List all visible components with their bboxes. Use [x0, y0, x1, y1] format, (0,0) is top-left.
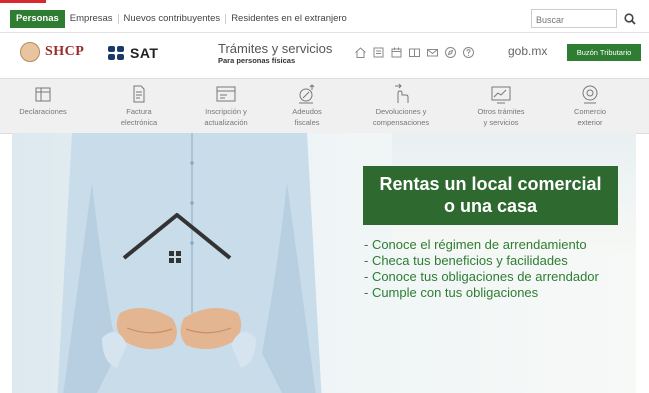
home-icon[interactable]	[354, 46, 367, 59]
gob-mx-link[interactable]: gob.mx	[508, 44, 547, 58]
service-label-line1: Inscripción y	[205, 107, 247, 116]
document-icon[interactable]	[372, 46, 385, 59]
top-accent-bar	[0, 0, 46, 3]
search-icon	[624, 12, 636, 25]
otros-tramites-icon	[458, 83, 544, 105]
book-icon[interactable]	[408, 46, 421, 59]
comercio-exterior-icon	[547, 83, 633, 105]
calendar-icon[interactable]	[390, 46, 403, 59]
service-label-line1: Factura	[126, 107, 152, 116]
top-navigation: Personas Empresas Nuevos contribuyentes …	[0, 6, 649, 33]
tab-empresas[interactable]: Empresas	[65, 10, 118, 28]
mail-icon[interactable]	[426, 46, 439, 59]
service-inscripcion-actualizacion[interactable]: Inscripción y actualización	[183, 83, 269, 127]
service-otros-tramites[interactable]: Otros trámites y servicios	[458, 83, 544, 127]
search-button[interactable]	[619, 9, 641, 28]
national-seal-icon	[20, 42, 40, 62]
service-label-line2: compensaciones	[372, 118, 430, 127]
shcp-logo-text: SHCP	[45, 44, 85, 59]
search-input[interactable]	[532, 11, 616, 29]
hero-bullet-item: - Checa tus beneficios y facilidades	[364, 253, 568, 268]
hero-bullet-item: - Cumple con tus obligaciones	[364, 285, 539, 300]
services-bar: Declaraciones Factura electrónica Inscri…	[0, 78, 649, 134]
service-devoluciones-compensaciones[interactable]: Devoluciones y compensaciones	[358, 83, 444, 127]
service-comercio-exterior[interactable]: Comercio exterior	[547, 83, 633, 127]
tab-nuevos-contribuyentes[interactable]: Nuevos contribuyentes	[119, 10, 226, 28]
tab-personas[interactable]: Personas	[10, 10, 65, 28]
hero-title-line2: o una casa	[443, 196, 538, 216]
service-adeudos-fiscales[interactable]: Adeudos fiscales	[264, 83, 350, 127]
service-label-line1: Comercio	[573, 107, 607, 116]
hero-person-image	[57, 133, 322, 393]
audience-tabs: Personas Empresas Nuevos contribuyentes …	[10, 10, 352, 28]
tramites-title: Trámites y servicios	[218, 41, 333, 56]
tramites-heading: Trámites y servicios Para personas físic…	[218, 42, 332, 66]
hero-title-line1: Rentas un local comercial	[379, 174, 602, 194]
service-label-line1: Devoluciones y	[375, 107, 427, 116]
adeudos-icon	[264, 83, 350, 105]
help-icon[interactable]	[462, 46, 475, 59]
header-icon-bar	[354, 46, 475, 59]
hero-banner[interactable]: Rentas un local comercial o una casa - C…	[12, 133, 636, 393]
service-declaraciones[interactable]: Declaraciones	[0, 83, 86, 118]
inscripcion-icon	[183, 83, 269, 105]
devoluciones-icon	[358, 83, 444, 105]
service-label-line2: electrónica	[120, 118, 158, 127]
service-label-line1: Declaraciones	[19, 107, 67, 116]
site-header: SHCP SAT Trámites y servicios Para perso…	[0, 33, 649, 77]
buzon-tributario-button[interactable]: Buzón Tributario	[567, 44, 641, 61]
factura-icon	[96, 83, 182, 105]
service-label-line2: fiscales	[294, 118, 320, 127]
hero-bullet-item: - Conoce el régimen de arrendamiento	[364, 237, 587, 252]
service-label-line1: Adeudos	[292, 107, 322, 116]
sat-logo-text: SAT	[130, 45, 159, 61]
service-label-line2: y servicios	[483, 118, 519, 127]
sat-mark-icon	[108, 46, 126, 60]
service-factura-electronica[interactable]: Factura electrónica	[96, 83, 182, 127]
compass-icon[interactable]	[444, 46, 457, 59]
tab-residentes-extranjero[interactable]: Residentes en el extranjero	[226, 10, 352, 28]
service-label-line2: actualización	[204, 118, 248, 127]
tramites-subtitle: Para personas físicas	[218, 56, 296, 65]
service-label-line1: Otros trámites	[477, 107, 525, 116]
search-box	[531, 9, 617, 29]
service-label-line2: exterior	[577, 118, 603, 127]
shcp-logo[interactable]: SHCP	[20, 42, 84, 62]
hero-bullet-list: - Conoce el régimen de arrendamiento - C…	[364, 237, 599, 301]
hero-title-banner: Rentas un local comercial o una casa	[363, 166, 618, 225]
sat-logo[interactable]: SAT	[108, 45, 158, 61]
hero-bullet-item: - Conoce tus obligaciones de arrendador	[364, 269, 599, 284]
declaraciones-icon	[0, 83, 86, 105]
